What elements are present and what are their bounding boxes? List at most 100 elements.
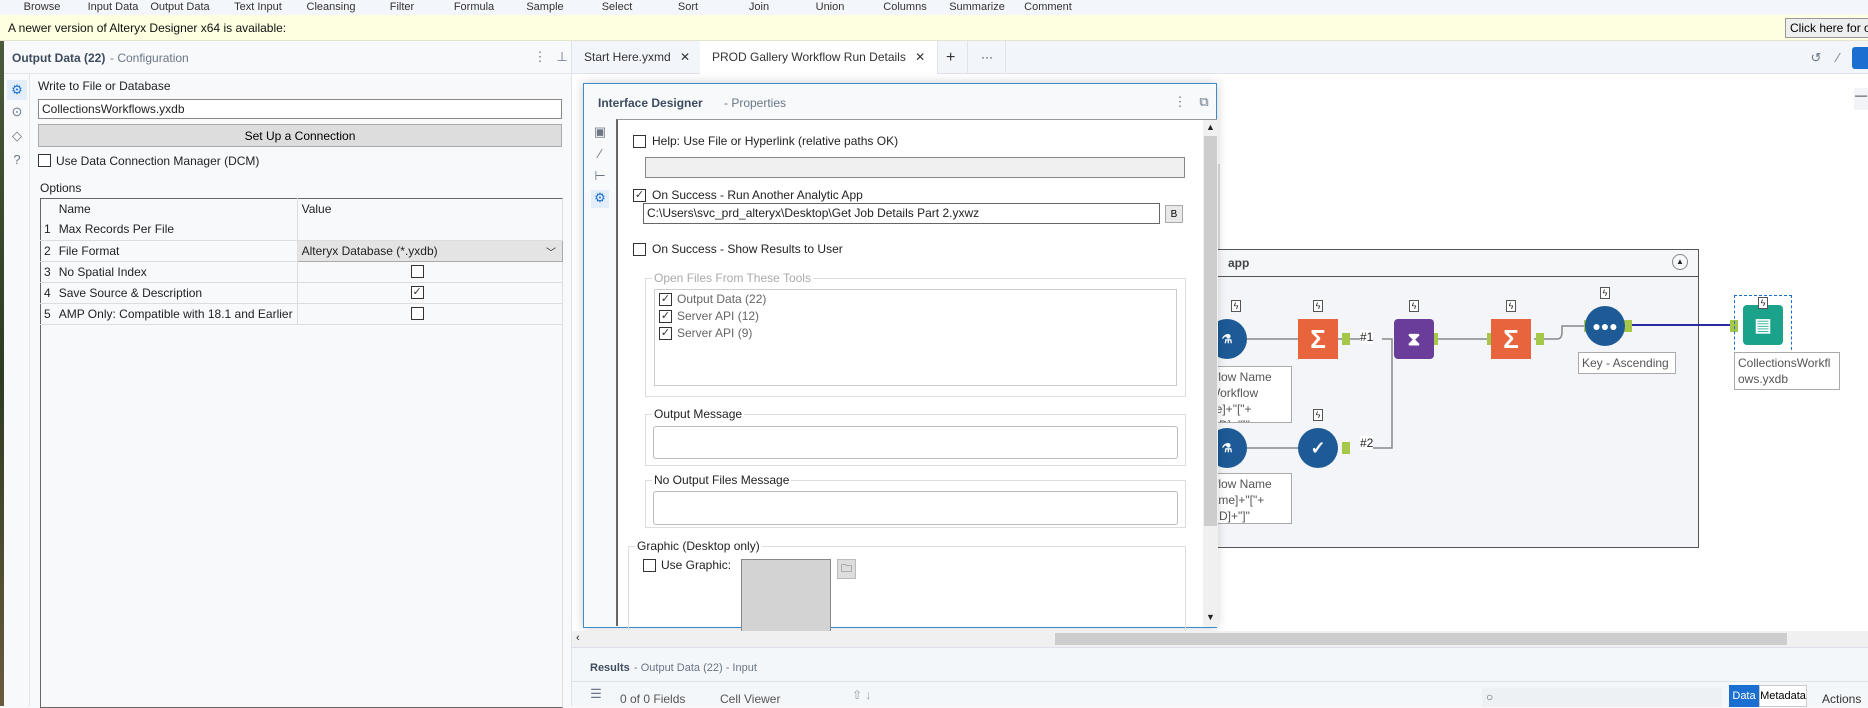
open-file-checkbox[interactable]: ✓ bbox=[659, 310, 672, 323]
update-options-button[interactable]: Click here for options bbox=[1785, 18, 1868, 38]
graphic-group: Graphic (Desktop only) Use Graphic: 🗀 bbox=[628, 539, 1186, 639]
magic-wand-icon[interactable]: ⁄ bbox=[1830, 50, 1846, 66]
ribbon-cleansing[interactable]: Cleansing bbox=[291, 2, 371, 13]
open-file-checkbox[interactable]: ✓ bbox=[659, 293, 672, 306]
no-output-message-input[interactable] bbox=[653, 491, 1178, 525]
tree-icon[interactable]: ⊢ bbox=[592, 168, 608, 184]
folder-icon[interactable]: 🗀 bbox=[837, 559, 856, 579]
dialog-title: Interface Designer bbox=[598, 96, 703, 110]
table-row[interactable]: 4 Save Source & Description ✓ bbox=[40, 282, 563, 304]
data-tab-button[interactable]: Data bbox=[1729, 685, 1759, 707]
scroll-down-icon[interactable]: ▼ bbox=[1206, 612, 1215, 622]
file-path-input[interactable]: CollectionsWorkflows.yxdb bbox=[38, 99, 562, 119]
ribbon-union[interactable]: Union bbox=[790, 2, 870, 13]
show-results-checkbox[interactable] bbox=[633, 243, 646, 256]
close-icon[interactable]: ✕ bbox=[680, 50, 690, 64]
open-files-list[interactable]: ✓ Output Data (22) ✓ Server API (12) ✓ Serv… bbox=[654, 289, 1177, 386]
ribbon-sample[interactable]: Sample bbox=[505, 2, 585, 13]
magic-wand-icon[interactable]: ⁄ bbox=[592, 146, 608, 162]
file-format-select[interactable]: Alteryx Database (*.yxdb) ﹀ bbox=[296, 239, 564, 262]
open-files-group: Open Files From These Tools ✓ Output Data… bbox=[645, 271, 1186, 397]
header-value: Value bbox=[301, 201, 332, 216]
dna-tool[interactable]: ⧗ bbox=[1394, 319, 1434, 359]
connection-label-1: #1 bbox=[1360, 330, 1374, 344]
use-graphic-checkbox[interactable] bbox=[643, 559, 656, 572]
flask-icon: ⚗ bbox=[1221, 441, 1233, 455]
ribbon-text-input[interactable]: Text Input bbox=[218, 2, 298, 13]
horizontal-scrollbar[interactable]: ‹ bbox=[572, 631, 1868, 647]
history-icon[interactable]: ↺ bbox=[1808, 50, 1824, 66]
ribbon-comment[interactable]: Comment bbox=[1008, 2, 1088, 13]
actions-dropdown[interactable]: Actions bbox=[1822, 692, 1861, 706]
run-button[interactable] bbox=[1852, 47, 1868, 69]
connection-line bbox=[1362, 338, 1393, 449]
tag-icon[interactable]: ◇ bbox=[9, 128, 25, 144]
gear-icon[interactable]: ⚙ bbox=[591, 190, 609, 208]
gear-icon[interactable]: ⚙ bbox=[7, 80, 27, 100]
search-input[interactable]: ○ bbox=[1482, 688, 1722, 707]
output-message-input[interactable] bbox=[653, 426, 1178, 459]
new-tab-button[interactable]: + bbox=[934, 41, 969, 74]
open-file-checkbox[interactable]: ✓ bbox=[659, 327, 672, 340]
tab-start-here[interactable]: Start Here.yxmd ✕ bbox=[572, 41, 704, 74]
header-name: Name bbox=[54, 198, 298, 219]
setup-connection-button[interactable]: Set Up a Connection bbox=[38, 124, 562, 147]
no-output-message-legend: No Output Files Message bbox=[652, 473, 792, 487]
metadata-tab-button[interactable]: Metadata bbox=[1759, 685, 1807, 707]
save-source-checkbox[interactable]: ✓ bbox=[410, 285, 424, 299]
navigate-icon[interactable]: ⊙ bbox=[9, 104, 25, 120]
ribbon-browse[interactable]: Browse bbox=[2, 2, 82, 13]
output-anchor[interactable] bbox=[1342, 442, 1350, 454]
close-icon[interactable]: ✕ bbox=[915, 50, 925, 64]
dcm-checkbox[interactable] bbox=[38, 154, 51, 167]
more-tabs-button[interactable]: ··· bbox=[969, 41, 1006, 74]
table-row[interactable]: 2 File Format Alteryx Database (*.yxdb) ﹀ bbox=[40, 239, 564, 262]
vertical-scrollbar[interactable]: ▲ ▼ bbox=[1203, 120, 1218, 627]
browse-button[interactable]: B bbox=[1165, 205, 1183, 223]
table-row[interactable]: 1 Max Records Per File bbox=[40, 219, 563, 241]
more-options-icon[interactable]: ⋮ bbox=[1172, 94, 1188, 110]
no-output-message-group: No Output Files Message bbox=[645, 473, 1186, 528]
table-row[interactable]: 5 AMP Only: Compatible with 18.1 and Earl… bbox=[40, 303, 563, 325]
output-data-tool[interactable]: ▤ bbox=[1743, 305, 1783, 345]
scroll-up-icon[interactable]: ▲ bbox=[1206, 122, 1215, 132]
undock-icon[interactable]: ⧉ bbox=[1196, 94, 1212, 110]
sort-tool[interactable]: ●●● bbox=[1585, 306, 1625, 346]
scrollbar-thumb[interactable] bbox=[1204, 136, 1217, 526]
summarize-tool-2[interactable]: Σ bbox=[1491, 319, 1531, 359]
ribbon-summarize[interactable]: Summarize bbox=[937, 2, 1017, 13]
graphic-legend: Graphic (Desktop only) bbox=[635, 539, 762, 553]
output-anchor[interactable] bbox=[1342, 333, 1350, 345]
cell-viewer-dropdown[interactable]: Cell Viewer bbox=[720, 692, 780, 706]
fields-dropdown[interactable]: 0 of 0 Fields bbox=[620, 692, 685, 706]
help-input[interactable] bbox=[645, 157, 1185, 178]
ribbon-filter[interactable]: Filter bbox=[362, 2, 442, 13]
list-icon[interactable]: ☰ bbox=[588, 686, 604, 702]
tab-label: PROD Gallery Workflow Run Details bbox=[712, 50, 906, 64]
no-spatial-index-checkbox[interactable] bbox=[410, 264, 424, 278]
ribbon-formula[interactable]: Formula bbox=[434, 2, 514, 13]
scroll-left-icon[interactable]: ‹ bbox=[576, 632, 580, 644]
amp-only-checkbox[interactable] bbox=[410, 306, 424, 320]
output-anchor[interactable] bbox=[1624, 320, 1632, 332]
scrollbar-thumb[interactable] bbox=[1055, 633, 1787, 645]
sort-arrows-icon[interactable]: ⇧ ↓ bbox=[852, 688, 871, 702]
ribbon-select[interactable]: Select bbox=[577, 2, 657, 13]
help-icon[interactable]: ? bbox=[9, 152, 25, 168]
check-tool[interactable]: ✓ bbox=[1298, 428, 1338, 468]
table-row[interactable]: 3 No Spatial Index bbox=[40, 261, 563, 283]
ribbon-join[interactable]: Join bbox=[719, 2, 799, 13]
tab-prod-gallery[interactable]: PROD Gallery Workflow Run Details ✕ bbox=[700, 41, 939, 74]
max-records-input[interactable] bbox=[297, 219, 563, 241]
summarize-tool-1[interactable]: Σ bbox=[1298, 319, 1338, 359]
run-app-path-input[interactable]: C:\Users\svc_prd_alteryx\Desktop\Get Job… bbox=[643, 203, 1160, 224]
ribbon-columns[interactable]: Columns bbox=[865, 2, 945, 13]
output-anchor[interactable] bbox=[1536, 333, 1544, 345]
layout-icon[interactable]: ▣ bbox=[592, 124, 608, 140]
pin-icon[interactable]: ⊥ bbox=[554, 49, 570, 65]
ribbon-sort[interactable]: Sort bbox=[648, 2, 728, 13]
help-checkbox[interactable] bbox=[633, 135, 646, 148]
run-app-checkbox[interactable]: ✓ bbox=[633, 189, 646, 202]
more-options-icon[interactable]: ⋮ bbox=[532, 49, 548, 65]
ribbon-output-data[interactable]: Output Data bbox=[140, 2, 220, 13]
